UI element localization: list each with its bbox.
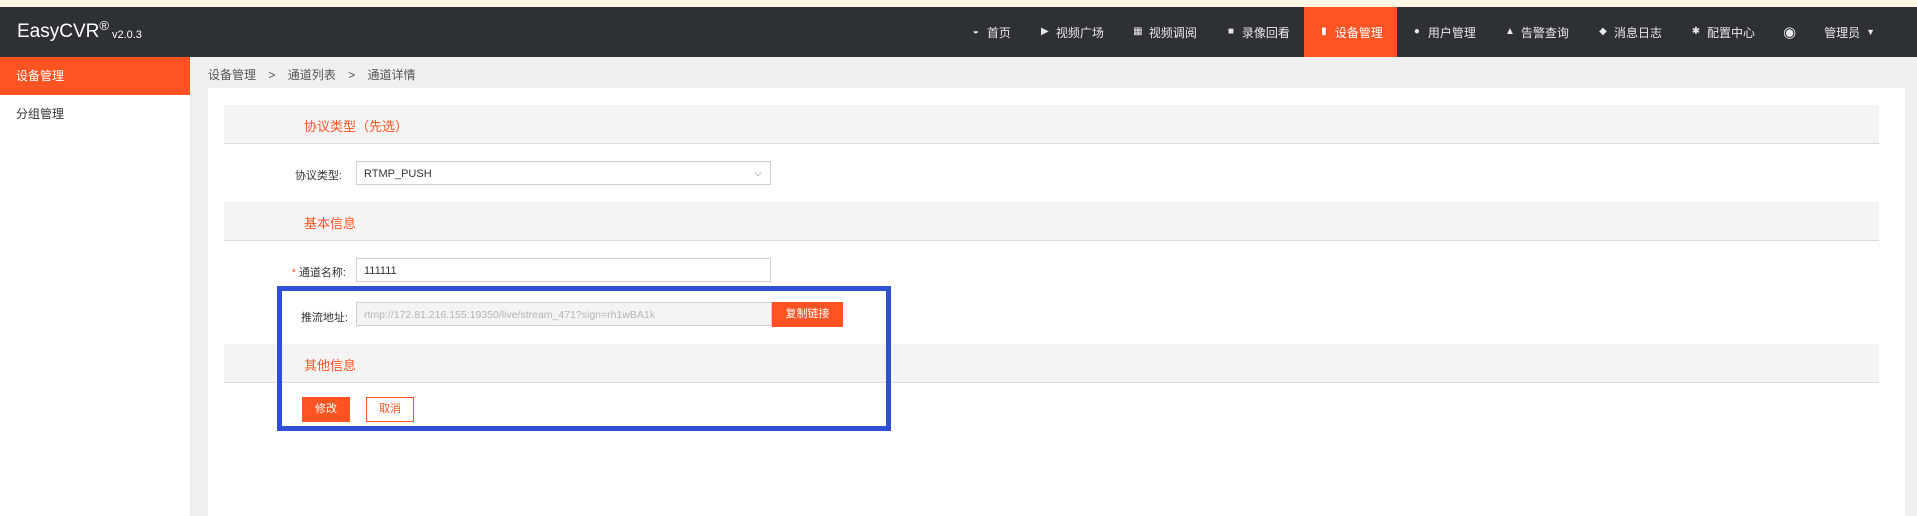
nav-item-video-square[interactable]: ▶ 视频广场 (1025, 7, 1118, 57)
section-header-protocol: 协议类型（先选） (224, 105, 1879, 144)
app-logo[interactable]: EasyCVR ® v2.0.3 (17, 7, 142, 57)
breadcrumb: 设备管理 > 通道列表 > 通道详情 (208, 66, 415, 83)
bell-icon: ◉ (1782, 24, 1797, 41)
device-icon: ▮ (1321, 26, 1327, 37)
channel-name-label: * 通道名称: (226, 264, 346, 280)
scrollbar[interactable] (1905, 57, 1917, 516)
section-title: 基本信息 (304, 216, 357, 231)
section-title: 协议类型（先选） (304, 119, 409, 134)
push-url-field[interactable]: rtmp://172.81.216.155:19350/live/stream_… (356, 302, 772, 326)
nav-label: 视频广场 (1055, 25, 1104, 40)
push-url-label: 推流地址: (300, 312, 348, 324)
app-name: EasyCVR (17, 21, 100, 42)
nav-item-device-management[interactable]: ▮ 设备管理 (1303, 7, 1397, 57)
protocol-type-select[interactable]: RTMP_PUSH ⌵ (356, 161, 771, 185)
nav-label: 录像回看 (1241, 25, 1290, 40)
modify-button[interactable]: 修改 (302, 397, 350, 422)
nav-label: 用户管理 (1427, 25, 1476, 40)
protocol-type-label: 协议类型: (294, 170, 342, 182)
play-circle-icon: ▶ (1040, 26, 1049, 37)
nav-label: 配置中心 (1706, 25, 1755, 40)
section-title: 其他信息 (304, 358, 357, 373)
alarm-icon: ▲ (1504, 26, 1515, 37)
channel-name-input[interactable]: 111111 (356, 258, 771, 282)
protocol-type-value: RTMP_PUSH (364, 168, 432, 180)
section-header-basic-info: 基本信息 (224, 202, 1879, 241)
nav-label: 消息日志 (1613, 25, 1662, 40)
nav-item-home[interactable]: ◒ 首页 (956, 7, 1025, 57)
breadcrumb-item-device-management[interactable]: 设备管理 (208, 68, 256, 82)
copy-link-button[interactable]: 复制链接 (772, 302, 843, 327)
breadcrumb-item-channel-detail: 通道详情 (367, 68, 416, 82)
breadcrumb-separator: > (268, 68, 276, 82)
nav-item-user-management[interactable]: ● 用户管理 (1397, 7, 1490, 57)
layout-icon: ▦ (1133, 26, 1143, 37)
sidebar: 设备管理 分组管理 (0, 57, 190, 516)
nav-label: 视频调阅 (1148, 25, 1197, 40)
breadcrumb-separator: > (348, 68, 356, 82)
user-menu[interactable]: 管理员 ▼ (1810, 7, 1889, 57)
cancel-button[interactable]: 取消 (366, 397, 414, 422)
channel-name-label-text: 通道名称: (298, 267, 346, 279)
nav-label: 告警查询 (1520, 25, 1569, 40)
chevron-down-icon: ▼ (1866, 27, 1875, 37)
nav-item-config-center[interactable]: ✱ 配置中心 (1676, 7, 1769, 57)
top-navigation-bar: EasyCVR ® v2.0.3 ◒ 首页 ▶ 视频广场 ▦ 视频调阅 ■ 录像… (0, 7, 1917, 57)
nav-item-alarm-query[interactable]: ▲ 告警查询 (1490, 7, 1583, 57)
nav-label: 设备管理 (1334, 25, 1383, 40)
section-header-other-info: 其他信息 (224, 344, 1879, 383)
nav-item-video-view[interactable]: ▦ 视频调阅 (1118, 7, 1211, 57)
sidebar-item-group-management[interactable]: 分组管理 (0, 95, 190, 133)
sidebar-item-device-management[interactable]: 设备管理 (0, 57, 190, 95)
user-icon: ● (1413, 26, 1420, 37)
nav-item-message-log[interactable]: ◆ 消息日志 (1583, 7, 1676, 57)
top-strip (0, 0, 1917, 7)
registered-mark: ® (99, 17, 109, 33)
bell-small-icon: ◆ (1599, 26, 1607, 37)
gear-icon: ✱ (1691, 26, 1701, 37)
main-nav: ◒ 首页 ▶ 视频广场 ▦ 视频调阅 ■ 录像回看 ▮ 设备管理 ● 用户管理 … (956, 7, 1889, 57)
required-mark: * (291, 267, 296, 279)
notifications-button[interactable]: ◉ (1769, 7, 1810, 57)
nav-item-playback[interactable]: ■ 录像回看 (1211, 7, 1304, 57)
breadcrumb-item-channel-list[interactable]: 通道列表 (288, 68, 336, 82)
video-camera-icon: ■ (1227, 26, 1234, 37)
dashboard-icon: ◒ (972, 26, 979, 37)
nav-label: 首页 (986, 25, 1011, 40)
user-menu-label: 管理员 (1824, 25, 1861, 40)
app-version: v2.0.3 (111, 29, 142, 41)
chevron-down-icon: ⌵ (754, 168, 762, 179)
